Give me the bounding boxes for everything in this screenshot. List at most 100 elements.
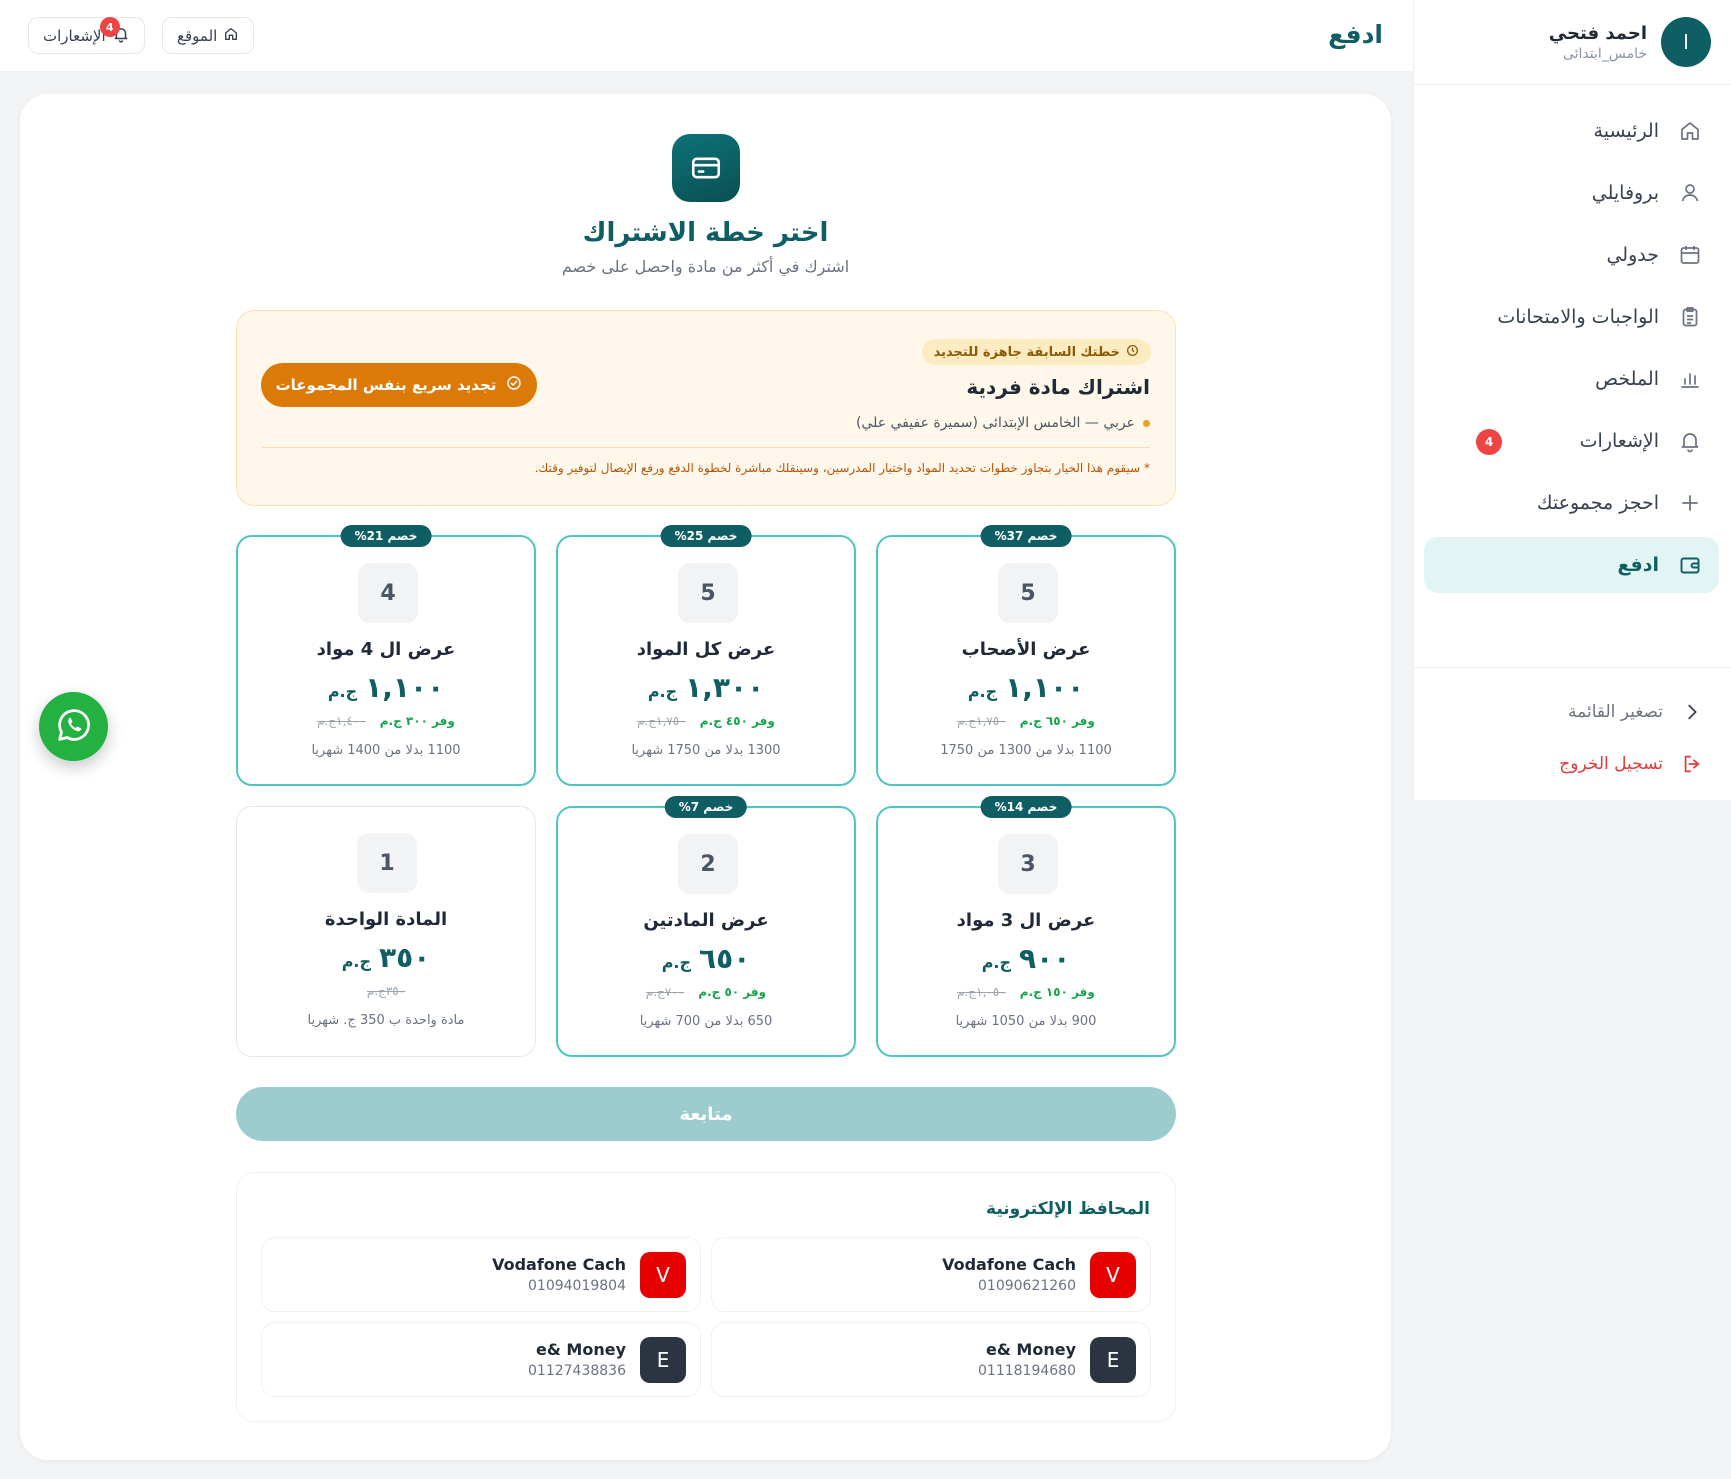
wallet-item[interactable]: V Vodafone Cach 01094019804 bbox=[261, 1237, 701, 1312]
sidebar-item-schedule[interactable]: جدولي bbox=[1424, 227, 1719, 283]
discount-badge: خصم 7% bbox=[664, 796, 748, 818]
renewal-note: * سيقوم هذا الخيار بتجاوز خطوات تحديد ال… bbox=[534, 461, 1150, 475]
plan-detail: 1100 بدلا من 1300 من 1750 bbox=[940, 743, 1112, 758]
wallet-number[interactable]: 01090621260 bbox=[942, 1278, 1076, 1294]
credit-card-icon bbox=[672, 134, 740, 202]
plan-name: المادة الواحدة bbox=[324, 909, 448, 930]
price-amount: ٦٥٠ bbox=[699, 942, 751, 975]
bar-chart-icon bbox=[1677, 366, 1703, 392]
collapse-menu-button[interactable]: تصغير القائمة bbox=[1426, 686, 1711, 738]
notification-count-badge: 4 bbox=[1476, 429, 1502, 455]
sidebar-item-homework[interactable]: الواجبات والامتحانات bbox=[1424, 289, 1719, 345]
discount-badge: خصم 37% bbox=[980, 525, 1072, 547]
user-icon bbox=[1677, 180, 1703, 206]
e-money-logo: E bbox=[1090, 1336, 1136, 1383]
renewal-tag-label: خطتك السابقة جاهزة للتجديد bbox=[933, 344, 1120, 360]
whatsapp-icon bbox=[54, 705, 94, 749]
plan-selection-title: اختر خطة الاشتراك bbox=[582, 218, 829, 248]
wallet-item[interactable]: V Vodafone Cach 01090621260 bbox=[711, 1237, 1151, 1312]
sidebar-item-summary[interactable]: الملخص bbox=[1424, 351, 1719, 407]
plan-name: عرض كل المواد bbox=[636, 639, 776, 660]
wallet-number[interactable]: 01118194680 bbox=[978, 1363, 1076, 1379]
notifications-button[interactable]: الإشعارات 4 bbox=[28, 17, 145, 54]
renewal-tag: خطتك السابقة جاهزة للتجديد bbox=[921, 339, 1151, 365]
price-amount: ١,١٠٠ bbox=[365, 671, 445, 704]
plan-card-3-subjects[interactable]: خصم 14% 3 عرض ال 3 مواد ٩٠٠ ج.م وفر ١٥٠ … bbox=[876, 796, 1176, 1057]
continue-button[interactable]: متابعة bbox=[236, 1087, 1176, 1141]
site-label: الموقع bbox=[177, 26, 218, 45]
sidebar-item-label: بروفايلي bbox=[1591, 182, 1659, 204]
sidebar-footer: تصغير القائمة تسجيل الخروج bbox=[1414, 667, 1731, 790]
calendar-icon bbox=[1677, 242, 1703, 268]
vodafone-cash-logo: V bbox=[1090, 1251, 1136, 1298]
sidebar-item-profile[interactable]: بروفايلي bbox=[1424, 165, 1719, 221]
vodafone-cash-logo: V bbox=[640, 1251, 686, 1298]
sidebar-item-label: الإشعارات bbox=[1579, 430, 1659, 452]
discount-badge: خصم 25% bbox=[660, 525, 752, 547]
discount-badge: خصم 21% bbox=[340, 525, 432, 547]
plan-card-all-subjects[interactable]: خصم 25% 5 عرض كل المواد ١,٣٠٠ ج.م وفر ٤٥… bbox=[556, 525, 856, 786]
user-grade: خامس_ابتدائى bbox=[1562, 45, 1647, 62]
savings-amount: وفر ٥٠ ج.م bbox=[698, 985, 767, 999]
subject-count: 5 bbox=[998, 563, 1058, 623]
plan-price: ١,٣٠٠ ج.م bbox=[558, 671, 854, 704]
price-amount: ٩٠٠ bbox=[1019, 942, 1071, 975]
wallet-item[interactable]: E e& Money 01127438836 bbox=[261, 1322, 701, 1397]
plan-card-4-subjects[interactable]: خصم 21% 4 عرض ال 4 مواد ١,١٠٠ ج.م وفر ٣٠… bbox=[236, 525, 536, 786]
plan-name: عرض ال 4 مواد bbox=[316, 639, 456, 660]
sidebar-item-home[interactable]: الرئيسية bbox=[1424, 103, 1719, 159]
site-icon bbox=[223, 26, 239, 46]
status-dot bbox=[1143, 419, 1150, 427]
price-currency: ج.م bbox=[967, 682, 998, 701]
subject-count: 4 bbox=[358, 563, 418, 623]
subject-count: 1 bbox=[357, 833, 417, 893]
sidebar-nav: الرئيسية بروفايلي جدولي الواجبات والامتح… bbox=[1414, 85, 1731, 593]
check-circle-icon bbox=[506, 375, 522, 395]
plan-detail: مادة واحدة ب 350 ج. شهريا bbox=[307, 1013, 465, 1028]
quick-renew-button[interactable]: تجديد سريع بنفس المجموعات bbox=[261, 363, 537, 407]
collapse-menu-label: تصغير القائمة bbox=[1568, 702, 1663, 722]
original-price: ٣٥٠ج.م bbox=[366, 984, 406, 998]
wallet-item[interactable]: E e& Money 01118194680 bbox=[711, 1322, 1151, 1397]
price-currency: ج.م bbox=[341, 952, 372, 971]
site-button[interactable]: الموقع bbox=[162, 17, 255, 54]
page-title: ادفع bbox=[1328, 20, 1383, 49]
quick-renew-label: تجديد سريع بنفس المجموعات bbox=[275, 376, 497, 394]
plan-savings: ٣٥٠ج.م bbox=[237, 984, 535, 998]
original-price: ١,٠٥٠ج.م bbox=[957, 985, 1006, 999]
savings-amount: وفر ٣٠٠ ج.م bbox=[379, 714, 455, 728]
savings-amount: وفر ٤٥٠ ج.م bbox=[699, 714, 775, 728]
plan-detail: 650 بدلا من 700 شهريا bbox=[639, 1014, 773, 1029]
sidebar-item-book-group[interactable]: احجز مجموعتك bbox=[1424, 475, 1719, 531]
price-currency: ج.م bbox=[327, 682, 358, 701]
sidebar-item-notifications[interactable]: الإشعارات 4 bbox=[1424, 413, 1719, 469]
sidebar-item-pay[interactable]: ادفع bbox=[1424, 537, 1719, 593]
plan-card-friends[interactable]: خصم 37% 5 عرض الأصحاب ١,١٠٠ ج.م وفر ٦٥٠ … bbox=[876, 525, 1176, 786]
plus-icon bbox=[1677, 490, 1703, 516]
renewal-info: عربي — الخامس الإبتدائى (سميرة عفيفي علي… bbox=[856, 415, 1150, 431]
renewal-panel: خطتك السابقة جاهزة للتجديد اشتراك مادة ف… bbox=[236, 310, 1176, 506]
sidebar-item-label: احجز مجموعتك bbox=[1536, 492, 1659, 514]
user-profile[interactable]: ا احمد فتحي خامس_ابتدائى bbox=[1414, 0, 1731, 85]
plan-card-2-subjects[interactable]: خصم 7% 2 عرض المادتين ٦٥٠ ج.م وفر ٥٠ ج.م… bbox=[556, 796, 856, 1057]
wallet-name: e& Money bbox=[986, 1340, 1076, 1359]
plan-detail: 1300 بدلا من 1750 شهريا bbox=[631, 743, 781, 758]
sidebar-item-label: جدولي bbox=[1606, 244, 1659, 266]
whatsapp-button[interactable] bbox=[39, 692, 108, 761]
plan-price: ٩٠٠ ج.م bbox=[878, 942, 1174, 975]
sidebar: ا احمد فتحي خامس_ابتدائى الرئيسية بروفاي… bbox=[1413, 0, 1731, 800]
original-price: ١,٧٥٠ج.م bbox=[637, 714, 686, 728]
clock-icon bbox=[1126, 344, 1139, 361]
logout-button[interactable]: تسجيل الخروج bbox=[1426, 738, 1711, 790]
plan-savings: وفر ٥٠ ج.م ٧٠٠ج.م bbox=[558, 985, 854, 999]
subject-count: 2 bbox=[678, 834, 738, 894]
plan-detail: 900 بدلا من 1050 شهريا bbox=[955, 1014, 1097, 1029]
wallet-number[interactable]: 01094019804 bbox=[492, 1278, 626, 1294]
plan-name: عرض ال 3 مواد bbox=[956, 910, 1096, 931]
chevron-right-icon bbox=[1679, 699, 1705, 725]
plan-card-single-subject[interactable]: 1 المادة الواحدة ٣٥٠ ج.م ٣٥٠ج.م مادة واح… bbox=[236, 806, 536, 1057]
plan-price: ٣٥٠ ج.م bbox=[237, 941, 535, 974]
wallet-number[interactable]: 01127438836 bbox=[528, 1363, 626, 1379]
divider bbox=[262, 447, 1150, 448]
logout-label: تسجيل الخروج bbox=[1559, 754, 1663, 774]
